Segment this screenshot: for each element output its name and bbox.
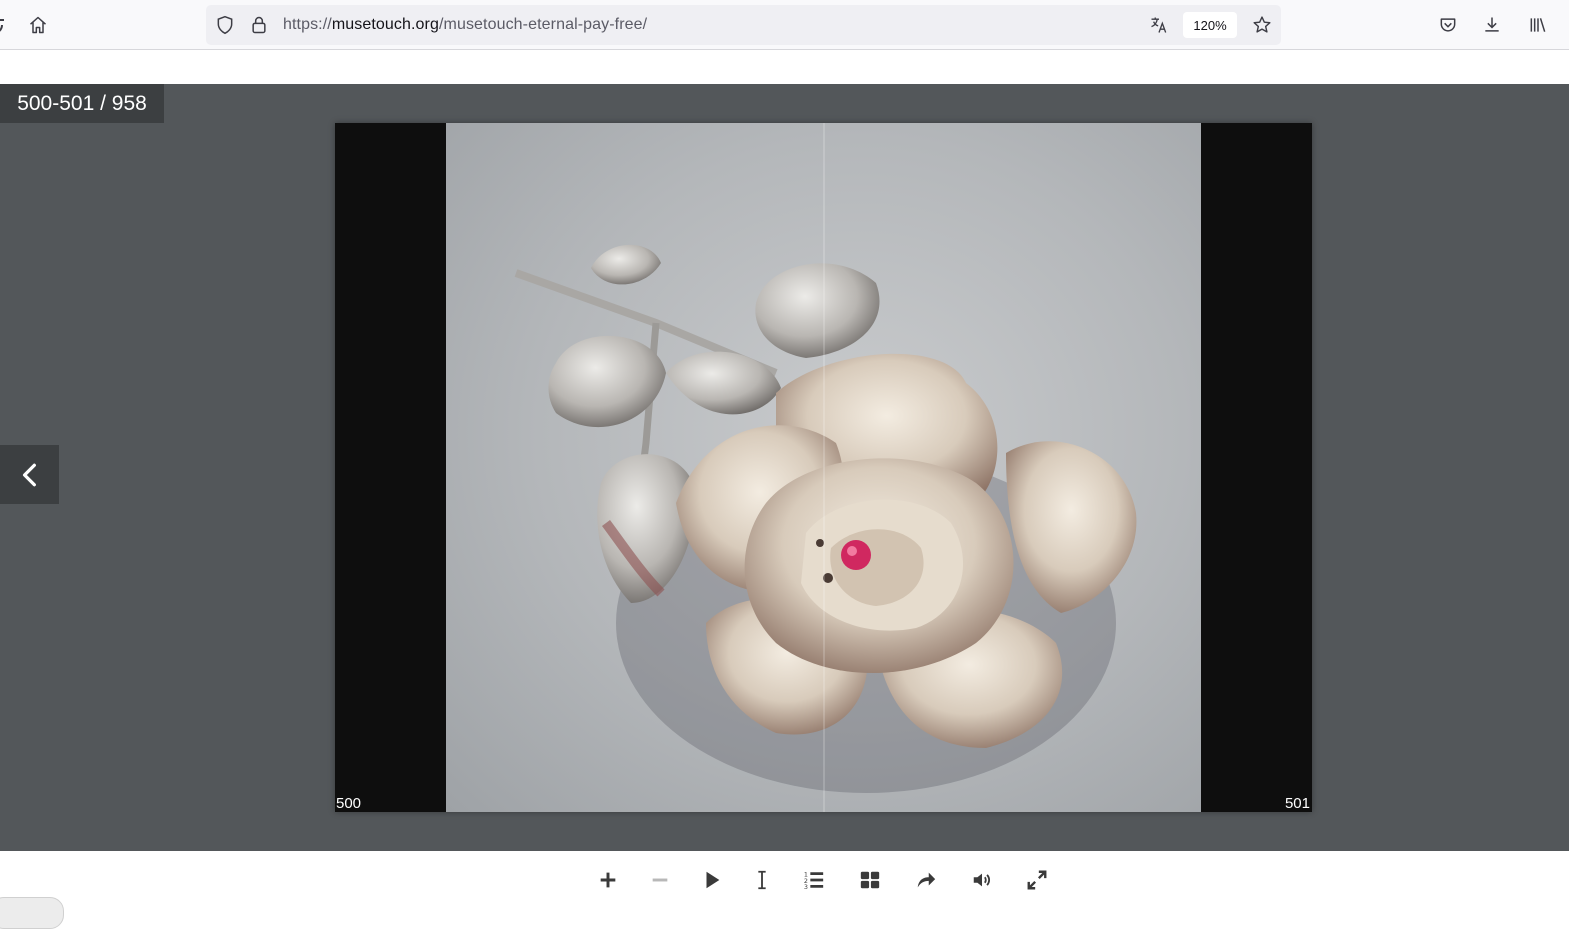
fullscreen-icon: [1027, 870, 1047, 890]
address-bar[interactable]: https://musetouch.org/musetouch-eternal-…: [206, 5, 1281, 45]
zoom-level-badge[interactable]: 120%: [1183, 12, 1237, 38]
zoom-in-icon: [600, 872, 616, 888]
play-icon: [706, 871, 720, 889]
pocket-icon[interactable]: [1432, 9, 1464, 41]
home-icon[interactable]: [22, 9, 54, 41]
reload-icon[interactable]: [0, 13, 6, 37]
bookmark-star-icon[interactable]: [1246, 9, 1278, 41]
translate-icon[interactable]: [1143, 9, 1175, 41]
page-counter: 500-501 / 958: [0, 84, 164, 123]
svg-text:3: 3: [804, 883, 808, 891]
thumbnails-icon: [860, 871, 880, 889]
fullscreen-button[interactable]: [1022, 865, 1052, 895]
url-host: musetouch.org: [331, 16, 439, 33]
thumbnails-button[interactable]: [855, 865, 885, 895]
download-icon[interactable]: [1476, 9, 1508, 41]
previous-page-button[interactable]: [0, 445, 59, 504]
zoom-in-button[interactable]: [593, 865, 623, 895]
sound-icon: [973, 873, 991, 887]
url-text[interactable]: https://musetouch.org/musetouch-eternal-…: [283, 16, 647, 34]
browser-toolbar: https://musetouch.org/musetouch-eternal-…: [0, 0, 1569, 50]
page-fold: [823, 123, 825, 812]
zoom-out-button[interactable]: [645, 865, 675, 895]
zoom-out-icon: [652, 878, 668, 882]
url-scheme: https://: [283, 16, 332, 33]
sound-button[interactable]: [967, 865, 997, 895]
left-page-number: 500: [336, 795, 362, 812]
table-of-contents-button[interactable]: 1 2 3: [799, 865, 829, 895]
text-select-icon: [758, 870, 766, 890]
right-page-number: 501: [1284, 795, 1310, 812]
table-of-contents-icon: 1 2 3: [804, 870, 824, 891]
text-select-button[interactable]: [747, 865, 777, 895]
book-spread[interactable]: 500 501: [335, 123, 1312, 812]
play-slideshow-button[interactable]: [697, 865, 727, 895]
flipbook-viewer: 500-501 / 958 500 501: [0, 84, 1569, 851]
url-path: /musetouch-eternal-pay-free/: [438, 16, 648, 33]
viewer-controls-bar: 1 2 3: [0, 851, 1569, 912]
lock-icon[interactable]: [243, 9, 275, 41]
rose-brooch-photo: [446, 123, 1201, 812]
share-button[interactable]: [911, 865, 941, 895]
shield-icon[interactable]: [209, 9, 241, 41]
corner-tab[interactable]: [0, 897, 64, 929]
library-icon[interactable]: [1522, 9, 1554, 41]
page-header-strip: [0, 51, 1569, 84]
chevron-left-icon: [22, 463, 36, 486]
share-icon: [917, 872, 936, 888]
